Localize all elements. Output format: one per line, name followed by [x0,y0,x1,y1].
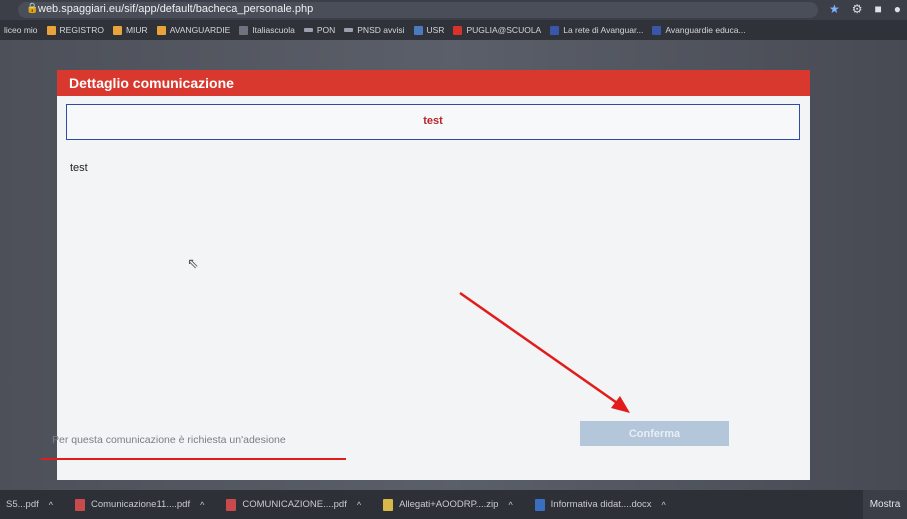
bookmark-item[interactable]: La rete di Avanguar... [550,25,643,35]
pdf-file-icon [226,498,237,511]
modal-header: Dettaglio comunicazione [57,70,810,96]
folder-icon [156,25,166,35]
subject-box: test [66,104,800,140]
folder-icon [112,25,122,35]
extension-icon[interactable]: ● [894,2,901,16]
bookmark-item[interactable]: USR [413,25,444,35]
chevron-up-icon[interactable]: ^ [49,500,53,510]
bookmark-item[interactable]: REGISTRO [46,25,104,35]
chevron-up-icon[interactable]: ^ [508,500,512,510]
download-item[interactable]: S5...pdf ^ [6,499,53,510]
show-all-downloads-button[interactable]: Mostra [863,490,907,519]
downloads-bar: S5...pdf ^ Comunicazione11....pdf ^ COMU… [0,490,907,519]
bookmark-item[interactable]: Italiascuola [239,25,295,35]
annotation-underline [41,458,346,460]
zip-file-icon [383,498,394,511]
message-body: test [70,162,88,174]
site-icon [550,25,560,35]
bookmark-item[interactable]: Avanguardie educa... [652,25,746,35]
folder-icon [46,25,56,35]
bookmark-item[interactable]: PNSD avvisi [344,25,405,35]
download-item[interactable]: Comunicazione11....pdf ^ [74,498,204,511]
browser-toolbar: 🔒 web.spaggiari.eu/sif/app/default/bache… [0,0,907,20]
bookmark-item[interactable]: PON [303,25,335,35]
download-item[interactable]: Informativa didat....docx ^ [534,498,666,511]
url-text[interactable]: web.spaggiari.eu/sif/app/default/bacheca… [38,3,313,15]
bookmarks-bar: liceo mio REGISTRO MIUR AVANGUARDIE Ital… [0,20,907,40]
site-icon [303,28,313,32]
bookmark-item[interactable]: liceo mio [4,25,38,35]
bookmark-item[interactable]: AVANGUARDIE [156,25,230,35]
site-icon [652,25,662,35]
confirm-button[interactable]: Conferma [580,421,729,446]
mouse-cursor-icon: ⇖ [187,255,199,271]
docx-file-icon [534,498,545,511]
site-icon [344,28,354,32]
site-icon [413,25,423,35]
bookmark-star-icon[interactable]: ★ [829,2,840,16]
bookmark-item[interactable]: PUGLIA@SCUOLA [453,25,541,35]
extension-icons: ★ ⚙ ■ ● [829,2,901,16]
pdf-file-icon [74,498,85,511]
site-icon [453,25,463,35]
site-icon [239,25,249,35]
subject-title: test [423,115,443,127]
download-item[interactable]: COMUNICAZIONE....pdf ^ [226,498,361,511]
communication-detail-modal: Dettaglio comunicazione test test ⇖ Per … [41,70,810,480]
chevron-up-icon[interactable]: ^ [200,500,204,510]
lock-icon: 🔒 [26,3,39,14]
adhesion-notice: Per questa comunicazione è richiesta un'… [52,434,286,446]
extension-icon[interactable]: ⚙ [852,2,863,16]
chevron-up-icon[interactable]: ^ [357,500,361,510]
extension-icon[interactable]: ■ [875,2,882,16]
bookmark-item[interactable]: MIUR [112,25,148,35]
modal-title: Dettaglio comunicazione [69,75,234,91]
download-item[interactable]: Allegati+AOODRP....zip ^ [383,498,513,511]
chevron-up-icon[interactable]: ^ [662,500,666,510]
